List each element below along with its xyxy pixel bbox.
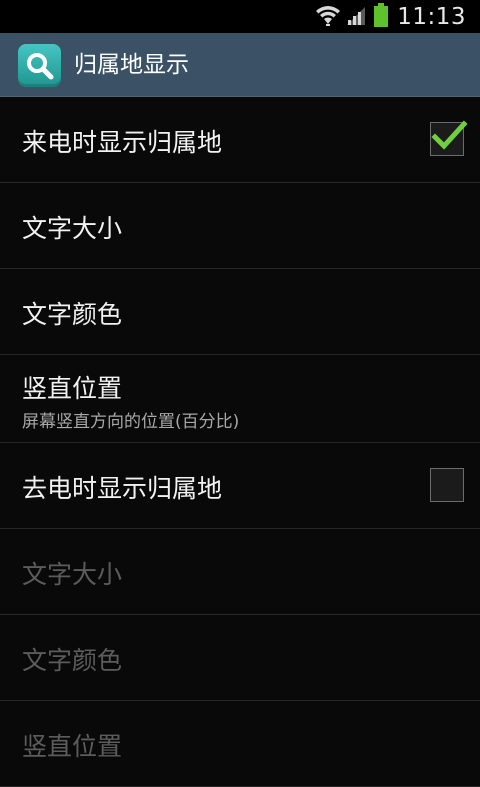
status-bar: 11:13 xyxy=(0,0,480,33)
page-title: 归属地显示 xyxy=(74,52,189,78)
setting-font-size-disabled: 文字大小 xyxy=(0,529,480,615)
wifi-icon xyxy=(315,3,341,31)
setting-label: 文字颜色 xyxy=(22,646,123,675)
settings-list: 来电时显示归属地 文字大小 文字颜色 竖直位置 屏幕竖直方向的位置(百分比) 去… xyxy=(0,97,480,787)
setting-font-color[interactable]: 文字颜色 xyxy=(0,269,480,355)
outgoing-call-checkbox[interactable] xyxy=(430,468,464,502)
setting-label: 文字大小 xyxy=(22,214,123,243)
setting-label: 竖直位置 xyxy=(22,732,123,761)
battery-icon xyxy=(373,2,389,32)
action-bar: 归属地显示 xyxy=(0,33,480,97)
setting-label: 去电时显示归属地 xyxy=(22,474,223,503)
checkmark-icon xyxy=(431,120,468,150)
signal-icon xyxy=(345,4,367,30)
setting-label: 竖直位置 xyxy=(22,374,123,403)
setting-outgoing-call-location[interactable]: 去电时显示归属地 xyxy=(0,443,480,529)
setting-font-color-disabled: 文字颜色 xyxy=(0,615,480,701)
setting-label: 文字大小 xyxy=(22,560,123,589)
setting-subtitle: 屏幕竖直方向的位置(百分比) xyxy=(22,412,240,432)
setting-font-size[interactable]: 文字大小 xyxy=(0,183,480,269)
setting-vertical-position[interactable]: 竖直位置 屏幕竖直方向的位置(百分比) xyxy=(0,355,480,443)
incoming-call-checkbox[interactable] xyxy=(430,120,468,156)
search-icon[interactable] xyxy=(18,44,61,87)
status-icons: 11:13 xyxy=(315,0,466,33)
setting-label: 文字颜色 xyxy=(22,300,123,329)
setting-vertical-position-disabled: 竖直位置 xyxy=(0,701,480,787)
status-time: 11:13 xyxy=(397,3,466,30)
setting-incoming-call-location[interactable]: 来电时显示归属地 xyxy=(0,97,480,183)
setting-label: 来电时显示归属地 xyxy=(22,128,223,157)
